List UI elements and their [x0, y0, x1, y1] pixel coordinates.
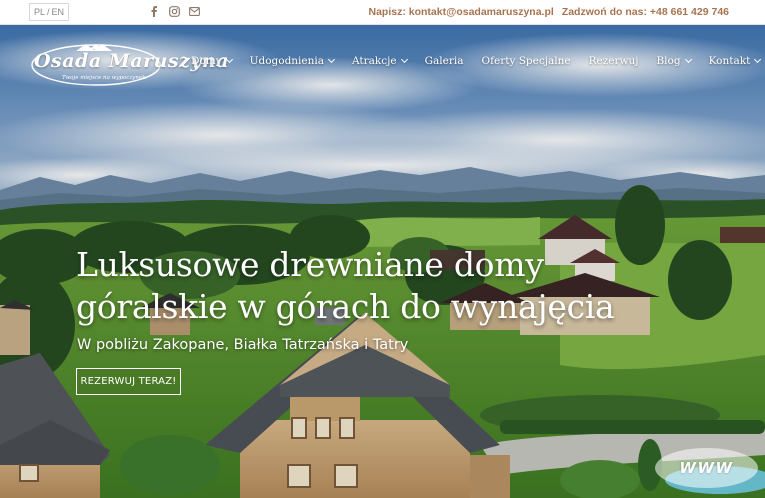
language-switcher[interactable]: PL / EN [29, 3, 69, 21]
nav-item-label: Atrakcje [352, 55, 397, 67]
main-navigation: Domy Udogodnienia Atrakcje Galeria Oferty Sp… [191, 55, 762, 67]
hero-headline-line1: Luksusowe drewniane domy [76, 245, 544, 284]
contact-info: Napisz: kontakt@osadamaruszyna.pl Zadzwo… [369, 6, 730, 18]
nav-item-kontakt[interactable]: Kontakt [708, 55, 762, 67]
nav-item-udogodnienia[interactable]: Udogodnienia [249, 55, 336, 67]
social-links [148, 5, 200, 17]
hero-subtitle: W pobliżu Zakopane, Białka Tatrzańska i … [77, 337, 409, 353]
nav-item-atrakcje[interactable]: Atrakcje [352, 55, 408, 67]
instagram-icon[interactable] [168, 5, 180, 17]
lang-en[interactable]: EN [52, 7, 65, 17]
www-badge: WWW [655, 448, 758, 488]
site-logo[interactable]: Osada Maruszyna Twoje miejsce na wypoczy… [30, 40, 229, 86]
lang-pl[interactable]: PL [34, 7, 45, 17]
book-now-button[interactable]: REZERWUJ TERAZ! [76, 368, 181, 395]
hero-headline: Luksusowe drewniane domy góralskie w gór… [76, 244, 636, 328]
nav-item-rezerwuj[interactable]: Rezerwuj [589, 55, 639, 67]
nav-item-label: Rezerwuj [588, 55, 639, 67]
chevron-down-icon [400, 55, 408, 63]
lang-separator: / [46, 7, 50, 17]
nav-item-label: Domy [191, 55, 222, 67]
nav-item-blog[interactable]: Blog [656, 55, 692, 67]
phone-link[interactable]: Zadzwoń do nas: +48 661 429 746 [562, 6, 729, 18]
chevron-down-icon [327, 55, 336, 63]
email-link[interactable]: Napisz: kontakt@osadamaruszyna.pl [369, 6, 554, 18]
logo-tagline: Twoje miejsce na wypoczynek [62, 75, 146, 81]
nav-item-label: Udogodnienia [249, 55, 325, 67]
nav-item-domy[interactable]: Domy [191, 55, 233, 67]
nav-item-label: Blog [656, 55, 681, 67]
top-bar: PL / EN Napisz: kontakt@osadamaruszyna.p… [0, 0, 765, 25]
facebook-icon[interactable] [148, 5, 160, 17]
nav-item-label: Galeria [424, 55, 464, 67]
nav-item-galeria[interactable]: Galeria [425, 55, 464, 67]
mail-icon[interactable] [188, 5, 200, 17]
nav-item-oferty-specjalne[interactable]: Oferty Specjalne [482, 55, 571, 67]
hero-section: Osada Maruszyna Twoje miejsce na wypoczy… [0, 25, 765, 498]
chevron-down-icon [684, 55, 692, 63]
hero-headline-line2: góralskie w górach do wynajęcia [76, 287, 615, 326]
chevron-down-icon [225, 55, 233, 63]
nav-item-label: Oferty Specjalne [481, 55, 571, 67]
chevron-down-icon [754, 55, 762, 63]
nav-item-label: Kontakt [708, 55, 751, 67]
